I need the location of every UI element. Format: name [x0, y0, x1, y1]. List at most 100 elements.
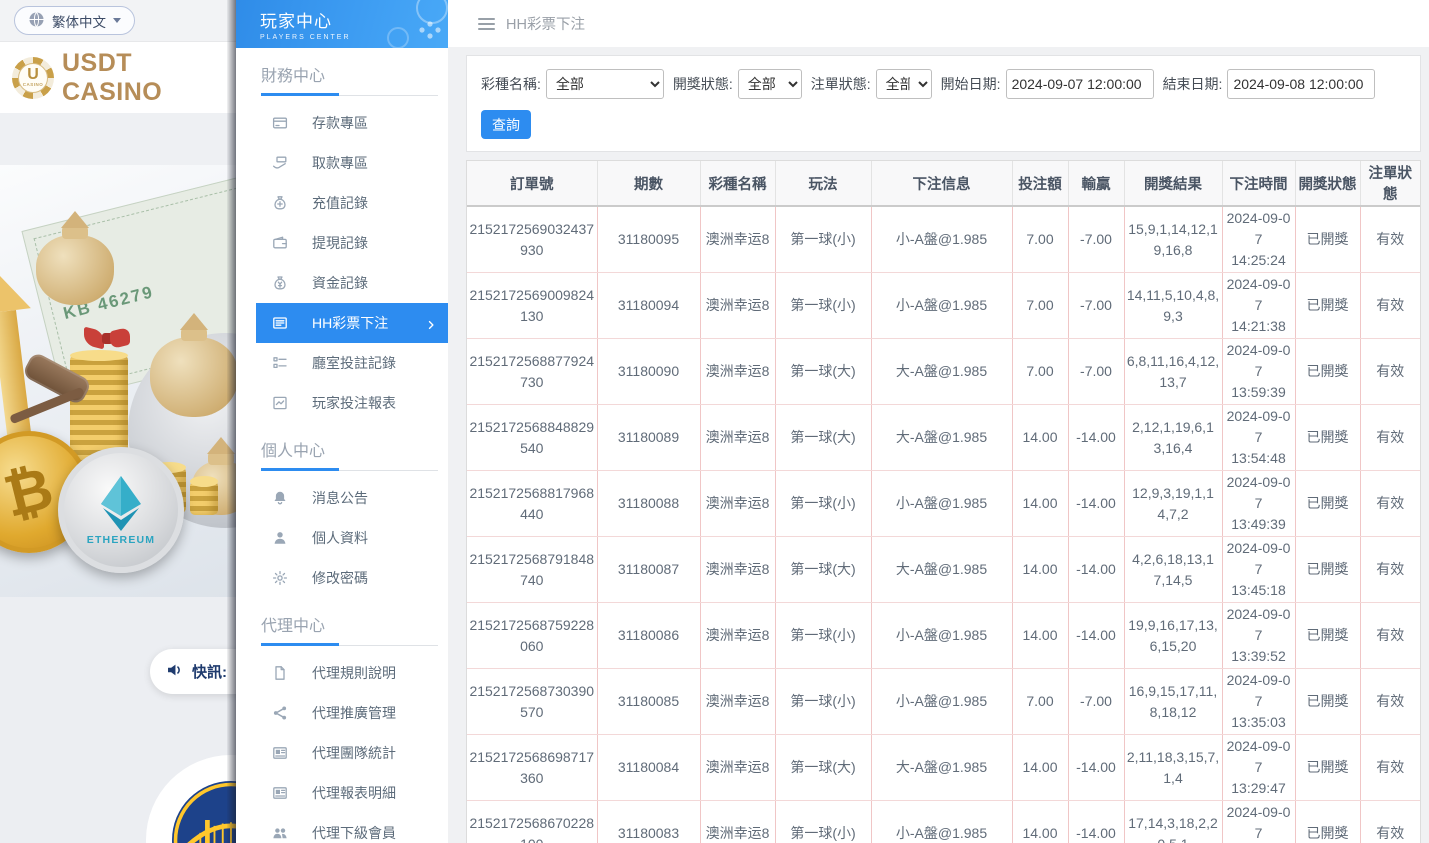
document-icon	[272, 665, 289, 682]
filter-label: 開獎狀態:	[673, 74, 733, 94]
top-language-bar: 繁体中文	[0, 0, 236, 42]
sidebar-item-withdraw-area[interactable]: 取款專區	[236, 143, 448, 183]
brand-logo-text: USDT CASINO	[62, 49, 236, 107]
cell-bet-info: 大-A盤@1.985	[871, 735, 1012, 801]
cell-win-loss: -7.00	[1068, 339, 1124, 405]
cell-period: 31180095	[597, 206, 700, 273]
filter-order-status: 注單狀態:全部	[811, 69, 932, 99]
sidebar-item-announcements[interactable]: 消息公告	[236, 478, 448, 518]
sidebar-item-funds-records[interactable]: 資金記錄	[236, 263, 448, 303]
cell-draw-result: 6,8,11,16,4,12,13,7	[1124, 339, 1222, 405]
language-selector[interactable]: 繁体中文	[14, 6, 135, 35]
sidebar-item-label: 提現記錄	[312, 233, 368, 253]
sidebar-item-agent-report-detail[interactable]: 代理報表明細	[236, 773, 448, 813]
sidebar-item-agent-rules[interactable]: 代理規則說明	[236, 653, 448, 693]
cell-order-no: 2152172568759228060	[467, 603, 597, 669]
cell-lottery-name: 澳洲幸运8	[700, 603, 775, 669]
cell-bet-info: 小-A盤@1.985	[871, 603, 1012, 669]
promo-banner: KB 46279 100 ₿ ETHEREUM	[0, 165, 236, 597]
section-underline	[261, 95, 438, 96]
table-row: 215217256887792473031180090澳洲幸运8第一球(大)大-…	[467, 339, 1420, 405]
sidebar-item-label: 代理團隊統計	[312, 743, 396, 763]
cell-bet-amount: 14.00	[1012, 405, 1068, 471]
person-icon	[272, 530, 289, 547]
cell-win-loss: -14.00	[1068, 603, 1124, 669]
filter-start-date: 開始日期:	[941, 69, 1154, 99]
gold-coins-icon	[190, 481, 218, 515]
cell-draw-status: 已開獎	[1295, 405, 1360, 471]
cell-draw-status: 已開獎	[1295, 603, 1360, 669]
table-row: 215217256869871736031180084澳洲幸运8第一球(大)大-…	[467, 735, 1420, 801]
cell-lottery-name: 澳洲幸运8	[700, 735, 775, 801]
query-button[interactable]: 查詢	[481, 110, 531, 139]
menu-toggle-icon[interactable]	[478, 18, 495, 30]
col-bet-time: 下注時間	[1222, 161, 1295, 206]
cell-bet-time: 2024-09-0713:45:18	[1222, 537, 1295, 603]
sidebar-shadow	[227, 0, 236, 843]
sidebar-item-label: 代理報表明細	[312, 783, 396, 803]
sidebar-section-title: 個人中心	[261, 437, 448, 461]
sidebar-nav: 財務中心存款專區取款專區充值記錄提現記錄資金記錄HH彩票下注廳室投註記錄玩家投注…	[236, 62, 448, 843]
cell-bet-amount: 7.00	[1012, 273, 1068, 339]
cell-win-loss: -7.00	[1068, 273, 1124, 339]
col-bet-amount: 投注額	[1012, 161, 1068, 206]
cell-draw-result: 16,9,15,17,11,8,18,12	[1124, 669, 1222, 735]
gear-icon	[272, 570, 289, 587]
cell-draw-status: 已開獎	[1295, 339, 1360, 405]
sidebar-item-agent-members[interactable]: 代理下級會員	[236, 813, 448, 843]
main-header: HH彩票下注	[448, 0, 1429, 47]
cell-bet-amount: 14.00	[1012, 735, 1068, 801]
cell-period: 31180084	[597, 735, 700, 801]
caret-down-icon	[113, 18, 121, 23]
cell-bet-amount: 14.00	[1012, 801, 1068, 843]
sidebar-item-change-password[interactable]: 修改密碼	[236, 558, 448, 598]
cell-draw-result: 15,9,1,14,12,19,16,8	[1124, 206, 1222, 273]
sidebar-item-agent-team-stats[interactable]: 代理團隊統計	[236, 733, 448, 773]
share-icon	[272, 705, 289, 722]
cell-win-loss: -7.00	[1068, 669, 1124, 735]
sidebar-item-hh-lottery-bet[interactable]: HH彩票下注	[256, 303, 448, 343]
col-win-loss: 輸贏	[1068, 161, 1124, 206]
sidebar-section-title: 代理中心	[261, 612, 448, 636]
sidebar-item-player-bet-report[interactable]: 玩家投注報表	[236, 383, 448, 423]
cell-lottery-name: 澳洲幸运8	[700, 206, 775, 273]
bet-records-table: 訂單號期數彩種名稱玩法下注信息投注額輸贏開獎結果下注時間開獎狀態注單狀態 2152…	[467, 161, 1420, 843]
cell-order-status: 有效	[1360, 273, 1420, 339]
cell-period: 31180087	[597, 537, 700, 603]
sidebar-item-deposit-area[interactable]: 存款專區	[236, 103, 448, 143]
end-date-input[interactable]	[1227, 69, 1375, 99]
sidebar-item-room-bet-records[interactable]: 廳室投註記錄	[236, 343, 448, 383]
page-title: HH彩票下注	[506, 13, 585, 34]
table-header-row: 訂單號期數彩種名稱玩法下注信息投注額輸贏開獎結果下注時間開獎狀態注單狀態	[467, 161, 1420, 206]
draw-status-select[interactable]: 全部	[738, 69, 802, 99]
order-status-select[interactable]: 全部	[876, 69, 932, 99]
sidebar-item-label: 充值記錄	[312, 193, 368, 213]
filter-draw-status: 開獎狀態:全部	[673, 69, 802, 99]
col-order-status: 注單狀態	[1360, 161, 1420, 206]
cell-draw-result: 14,11,5,10,4,8,9,3	[1124, 273, 1222, 339]
cell-bet-time: 2024-09-0713:35:03	[1222, 669, 1295, 735]
table-row: 215217256879184874031180087澳洲幸运8第一球(大)大-…	[467, 537, 1420, 603]
withdrawal-record-icon	[272, 235, 289, 252]
sidebar-item-profile[interactable]: 個人資料	[236, 518, 448, 558]
cell-bet-time: 2024-09-0714:25:24	[1222, 206, 1295, 273]
sidebar-item-agent-promotion[interactable]: 代理推廣管理	[236, 693, 448, 733]
start-date-input[interactable]	[1006, 69, 1154, 99]
sidebar-item-recharge-records[interactable]: 充值記錄	[236, 183, 448, 223]
filter-panel: 彩種名稱:全部開獎狀態:全部注單狀態:全部開始日期:結束日期: 查詢	[466, 55, 1421, 152]
cell-bet-info: 小-A盤@1.985	[871, 471, 1012, 537]
cell-draw-result: 2,11,18,3,15,7,1,4	[1124, 735, 1222, 801]
cell-lottery-name: 澳洲幸运8	[700, 669, 775, 735]
sidebar-item-withdrawal-records[interactable]: 提現記錄	[236, 223, 448, 263]
cell-bet-amount: 14.00	[1012, 471, 1068, 537]
cell-order-status: 有效	[1360, 339, 1420, 405]
cell-draw-status: 已開獎	[1295, 537, 1360, 603]
cell-lottery-name: 澳洲幸运8	[700, 339, 775, 405]
sidebar-item-label: 修改密碼	[312, 568, 368, 588]
lottery-name-select[interactable]: 全部	[546, 69, 664, 99]
cell-draw-status: 已開獎	[1295, 801, 1360, 843]
money-bag-icon	[150, 337, 236, 417]
col-order-no: 訂單號	[467, 161, 597, 206]
table-row: 215217256900982413031180094澳洲幸运8第一球(小)小-…	[467, 273, 1420, 339]
recharge-bag-icon	[272, 195, 289, 212]
